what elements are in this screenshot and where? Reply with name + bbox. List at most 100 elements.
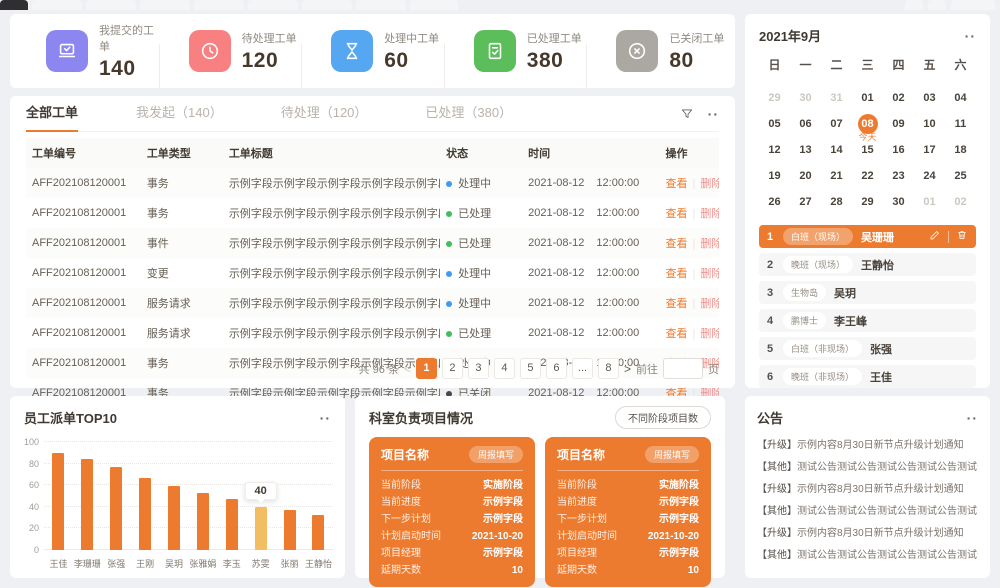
page-button-5[interactable]: 5 [520,358,541,379]
schedule-row[interactable]: 4鹏博士李王峰 [759,309,976,332]
calendar-day[interactable]: 19 [759,163,790,189]
announcement-item[interactable]: 【其他】测试公告测试公告测试公告测试公告测试公告 [757,501,978,523]
calendar-day[interactable]: 06 [790,111,821,137]
page-button-1[interactable]: 1 [416,358,437,379]
project-card[interactable]: 项目名称周报填写当前阶段实施阶段当前进度示例字段下一步计划示例字段计划启动时间2… [545,437,711,587]
browser-toolbar-stub[interactable] [951,0,995,10]
calendar-day[interactable]: 16 [883,137,914,163]
stage-project-count-button[interactable]: 不同阶段项目数 [615,406,711,429]
announcement-item[interactable]: 【其他】测试公告测试公告测试公告测试公告测试公告 [757,545,978,567]
schedule-row[interactable]: 3生物岛吴玥 [759,281,976,304]
view-link[interactable]: 查看 [666,328,688,340]
calendar-day[interactable]: 28 [821,189,852,215]
view-link[interactable]: 查看 [666,238,688,250]
calendar-day[interactable]: 29 [852,189,883,215]
calendar-day[interactable]: 10 [914,111,945,137]
calendar-day[interactable]: 01 [914,189,945,215]
page-button-8[interactable]: 8 [598,358,619,379]
tab-全部工单[interactable]: 全部工单 [26,96,78,132]
view-link[interactable]: 查看 [666,178,688,190]
calendar-day[interactable]: 05 [759,111,790,137]
view-link[interactable]: 查看 [666,268,688,280]
delete-link[interactable]: 删除 [700,298,719,310]
tab-待处理（120）[interactable]: 待处理（120） [281,96,368,132]
calendar-day[interactable]: 18 [945,137,976,163]
calendar-day[interactable]: 15 [852,137,883,163]
prev-page-icon[interactable]: < [404,362,411,376]
bar-张强[interactable] [110,467,122,550]
announcement-item[interactable]: 【升级】示例内容8月30日新节点升级计划通知 [757,479,978,501]
browser-toolbar-stub[interactable] [905,0,923,10]
page-button-2[interactable]: 2 [442,358,463,379]
calendar-day[interactable]: 03 [914,85,945,111]
page-button-6[interactable]: 6 [546,358,567,379]
trash-icon[interactable] [956,229,968,244]
browser-tab-stub[interactable] [194,0,244,10]
bar-吴玥[interactable] [168,486,180,550]
browser-tab-stub[interactable] [410,0,458,10]
browser-tab-stub[interactable] [356,0,406,10]
calendar-day[interactable]: 27 [790,189,821,215]
calendar-day[interactable]: 12 [759,137,790,163]
calendar-day[interactable]: 20 [790,163,821,189]
bar-王静怡[interactable] [312,515,324,550]
browser-tab-stub-active[interactable] [0,0,28,10]
calendar-day[interactable]: 26 [759,189,790,215]
calendar-day[interactable]: 23 [883,163,914,189]
calendar-day[interactable]: 08今天 [852,111,883,137]
tab-已处理（380）[interactable]: 已处理（380） [425,96,512,132]
more-icon[interactable]: ·· [965,33,976,39]
page-button-3[interactable]: 3 [468,358,489,379]
goto-page-input[interactable] [663,358,703,379]
calendar-day[interactable]: 24 [914,163,945,189]
calendar-day[interactable]: 30 [790,85,821,111]
delete-link[interactable]: 删除 [700,208,719,220]
bar-张雅娟[interactable] [197,493,209,550]
delete-link[interactable]: 删除 [700,268,719,280]
schedule-row[interactable]: 1白班（现场）吴珊珊 [759,225,976,248]
calendar-day[interactable]: 01 [852,85,883,111]
tab-我发起（140）[interactable]: 我发起（140） [136,96,223,132]
next-page-icon[interactable]: > [624,362,631,376]
bar-李珊珊[interactable] [81,459,93,550]
bar-苏雯[interactable] [255,507,267,550]
delete-link[interactable]: 删除 [700,178,719,190]
schedule-row[interactable]: 5白班（非现场）张强 [759,337,976,360]
browser-tab-stub[interactable] [302,0,352,10]
browser-tab-stub[interactable] [248,0,298,10]
more-icon[interactable]: ·· [320,415,331,421]
delete-link[interactable]: 删除 [700,238,719,250]
calendar-day[interactable]: 02 [945,189,976,215]
calendar-day[interactable]: 13 [790,137,821,163]
browser-tab-stub[interactable] [140,0,190,10]
calendar-day[interactable]: 30 [883,189,914,215]
calendar-day[interactable]: 29 [759,85,790,111]
more-icon[interactable]: ·· [708,111,719,117]
browser-tab-stub[interactable] [86,0,136,10]
announcement-item[interactable]: 【升级】示例内容8月30日新节点升级计划通知 [757,435,978,457]
weekly-report-button[interactable]: 周报填写 [469,446,523,463]
delete-link[interactable]: 删除 [700,328,719,340]
schedule-row[interactable]: 2晚班（现场）王静怡 [759,253,976,276]
browser-tab-stub[interactable] [32,0,82,10]
edit-pencil-icon[interactable] [929,229,941,244]
bar-李玉[interactable] [226,499,238,550]
page-button-...[interactable]: ... [572,358,593,379]
more-icon[interactable]: ·· [967,415,978,421]
calendar-day[interactable]: 07 [821,111,852,137]
bar-张丽[interactable] [284,510,296,550]
calendar-day[interactable]: 25 [945,163,976,189]
bar-王刚[interactable] [139,478,151,550]
weekly-report-button[interactable]: 周报填写 [645,446,699,463]
view-link[interactable]: 查看 [666,208,688,220]
announcement-item[interactable]: 【升级】示例内容8月30日新节点升级计划通知 [757,523,978,545]
calendar-day[interactable]: 09 [883,111,914,137]
calendar-day[interactable]: 31 [821,85,852,111]
page-button-4[interactable]: 4 [494,358,515,379]
bar-王佳[interactable] [52,453,64,550]
project-card[interactable]: 项目名称周报填写当前阶段实施阶段当前进度示例字段下一步计划示例字段计划启动时间2… [369,437,535,587]
calendar-day[interactable]: 21 [821,163,852,189]
calendar-day[interactable]: 14 [821,137,852,163]
calendar-day[interactable]: 17 [914,137,945,163]
calendar-day[interactable]: 11 [945,111,976,137]
